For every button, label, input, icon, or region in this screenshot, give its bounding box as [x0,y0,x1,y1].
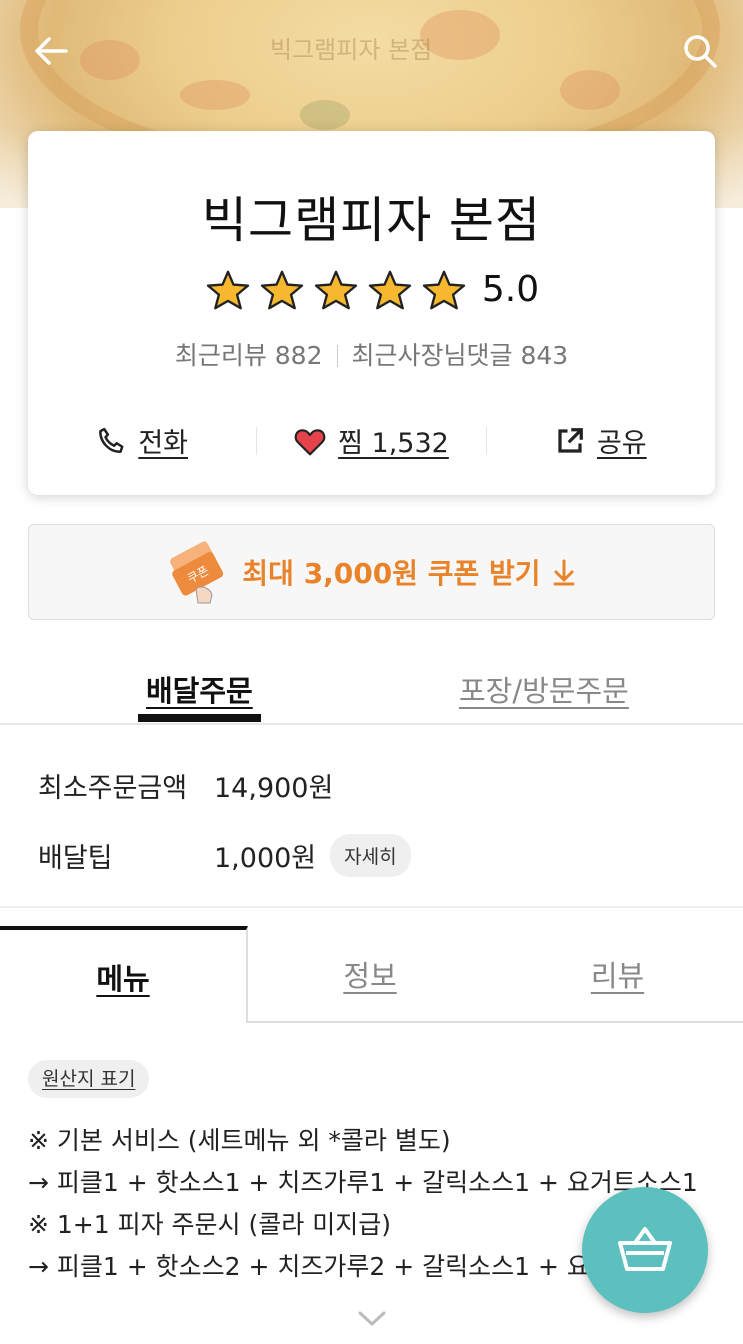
section-divider [0,906,743,908]
call-label: 전화 [138,428,188,459]
min-order-row: 최소주문금액 14,900원 [38,740,718,830]
star-icon [260,270,304,309]
delivery-tip-value: 1,000원 [214,842,317,874]
rating: 5.0 [28,269,715,310]
order-type-tabs: 배달주문 포장/방문주문 [0,640,743,725]
store-info-card: 빅그램피자 본점 5.0 최근리뷰 882 최근사장님댓글 843 전화 찜 1,… [28,131,715,495]
star-icon [206,270,250,309]
tab-menu[interactable]: 메뉴 [0,926,248,1023]
share-label: 공유 [596,428,647,459]
star-icon [314,270,358,309]
tab-info-label: 정보 [343,958,397,993]
origin-label-button[interactable]: 원산지 표기 [28,1060,150,1098]
content-tabs: 메뉴 정보 리뷰 [0,926,743,1023]
tab-delivery-order[interactable]: 배달주문 [146,668,253,710]
review-counts: 최근리뷰 882 최근사장님댓글 843 [28,336,715,372]
chevron-down-icon[interactable] [357,1310,387,1328]
call-button[interactable]: 전화 [28,421,256,460]
delivery-tip-row: 배달팁 1,000원 자세히 [38,830,718,880]
owner-replies-count[interactable]: 최근사장님댓글 843 [352,341,569,370]
tab-review-label: 리뷰 [590,958,645,993]
delivery-tip-label: 배달팁 [38,842,113,874]
min-order-label: 최소주문금액 [38,772,188,804]
star-icon [422,270,466,309]
share-button[interactable]: 공유 [487,421,715,460]
like-count: 찜 1,532 [338,428,449,459]
coupon-banner[interactable]: 쿠폰 최대 3,000원 쿠폰 받기 [28,524,715,620]
phone-icon [99,427,124,453]
star-icon [368,270,412,309]
cart-button[interactable] [582,1187,708,1313]
basket-icon [618,1227,672,1271]
store-name: 빅그램피자 본점 [201,192,542,249]
search-button[interactable] [675,26,725,76]
download-arrow-icon [553,559,575,586]
store-actions: 전화 찜 1,532 공유 [28,421,715,460]
tab-review[interactable]: 리뷰 [492,926,743,1023]
delivery-info: 최소주문금액 14,900원 배달팁 1,000원 자세히 [38,740,718,880]
coupon-icon: 쿠폰 [170,541,224,604]
share-icon [558,427,583,453]
coupon-text: 최대 3,000원 쿠폰 받기 [242,557,541,590]
origin-label: 원산지 표기 [42,1068,136,1090]
arrow-left-icon [35,37,68,65]
recent-reviews-count[interactable]: 최근리뷰 882 [175,341,323,370]
tab-menu-label: 메뉴 [96,961,150,996]
active-tab-indicator [138,714,261,722]
notice-line: ※ 기본 서비스 (세트메뉴 외 *콜라 별도) [28,1126,451,1155]
back-button[interactable] [26,26,76,76]
rating-value: 5.0 [481,269,540,310]
tip-detail-button[interactable]: 자세히 [330,833,411,877]
tab-info[interactable]: 정보 [248,926,492,1023]
hero-watermark: 빅그램피자 본점 [270,36,433,64]
search-icon [684,35,717,68]
like-button[interactable]: 찜 1,532 [257,421,485,460]
min-order-value: 14,900원 [214,772,334,804]
heart-icon [294,428,326,455]
tab-pickup-order[interactable]: 포장/방문주문 [459,668,629,710]
